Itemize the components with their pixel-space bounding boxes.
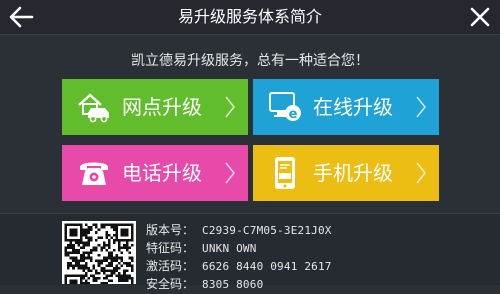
activation-label: 激活码： [146, 259, 195, 273]
feature-label: 特征码： [146, 241, 195, 255]
security-value: 8305 8060 [202, 278, 264, 291]
page-title: 易升级服务体系简介 [177, 7, 322, 26]
mobile-upgrade-label: 手机升级 [313, 161, 393, 185]
activation-value: 6626 8440 0941 2617 [202, 260, 332, 273]
subtitle: 凯立德易升级服务，总有一种适合您！ [131, 53, 369, 69]
online-upgrade-label: 在线升级 [313, 95, 393, 119]
title-bar: 易升级服务体系简介 [0, 0, 500, 35]
mobile-upgrade-button[interactable]: 手机升级 [253, 145, 439, 201]
qr-code [62, 221, 136, 284]
security-row: 安全码： 8305 8060 [146, 275, 332, 293]
telephone-icon [80, 162, 108, 185]
svg-text:e: e [289, 107, 298, 122]
outlet-upgrade-label: 网点升级 [122, 95, 202, 119]
phone-upgrade-label: 电话升级 [122, 161, 202, 185]
feature-row: 特征码： UNKN OWN [146, 239, 332, 257]
version-row: 版本号： C2939-C7M05-3E21J0X [146, 221, 332, 239]
chevron-right-icon [416, 96, 427, 118]
qr-code-icon [64, 223, 134, 284]
online-upgrade-button[interactable]: e 在线升级 [253, 79, 439, 135]
chevron-right-icon [225, 162, 236, 184]
outlet-upgrade-button[interactable]: 网点升级 [62, 79, 248, 135]
security-label: 安全码： [146, 277, 195, 291]
feature-value: UNKN OWN [202, 242, 257, 255]
chevron-right-icon [225, 96, 236, 118]
activation-row: 激活码： 6626 8440 0941 2617 [146, 257, 332, 275]
back-arrow-icon[interactable] [8, 5, 34, 29]
chevron-right-icon [416, 162, 427, 184]
mobile-sms-icon [275, 157, 295, 189]
version-value: C2939-C7M05-3E21J0X [202, 224, 332, 237]
internet-explorer-icon: e [269, 92, 301, 122]
phone-upgrade-button[interactable]: 电话升级 [62, 145, 248, 201]
version-label: 版本号： [146, 223, 195, 237]
house-car-icon [78, 93, 109, 123]
device-info: 版本号： C2939-C7M05-3E21J0X 特征码： UNKN OWN 激活码… [146, 221, 332, 293]
close-icon[interactable] [468, 5, 492, 29]
